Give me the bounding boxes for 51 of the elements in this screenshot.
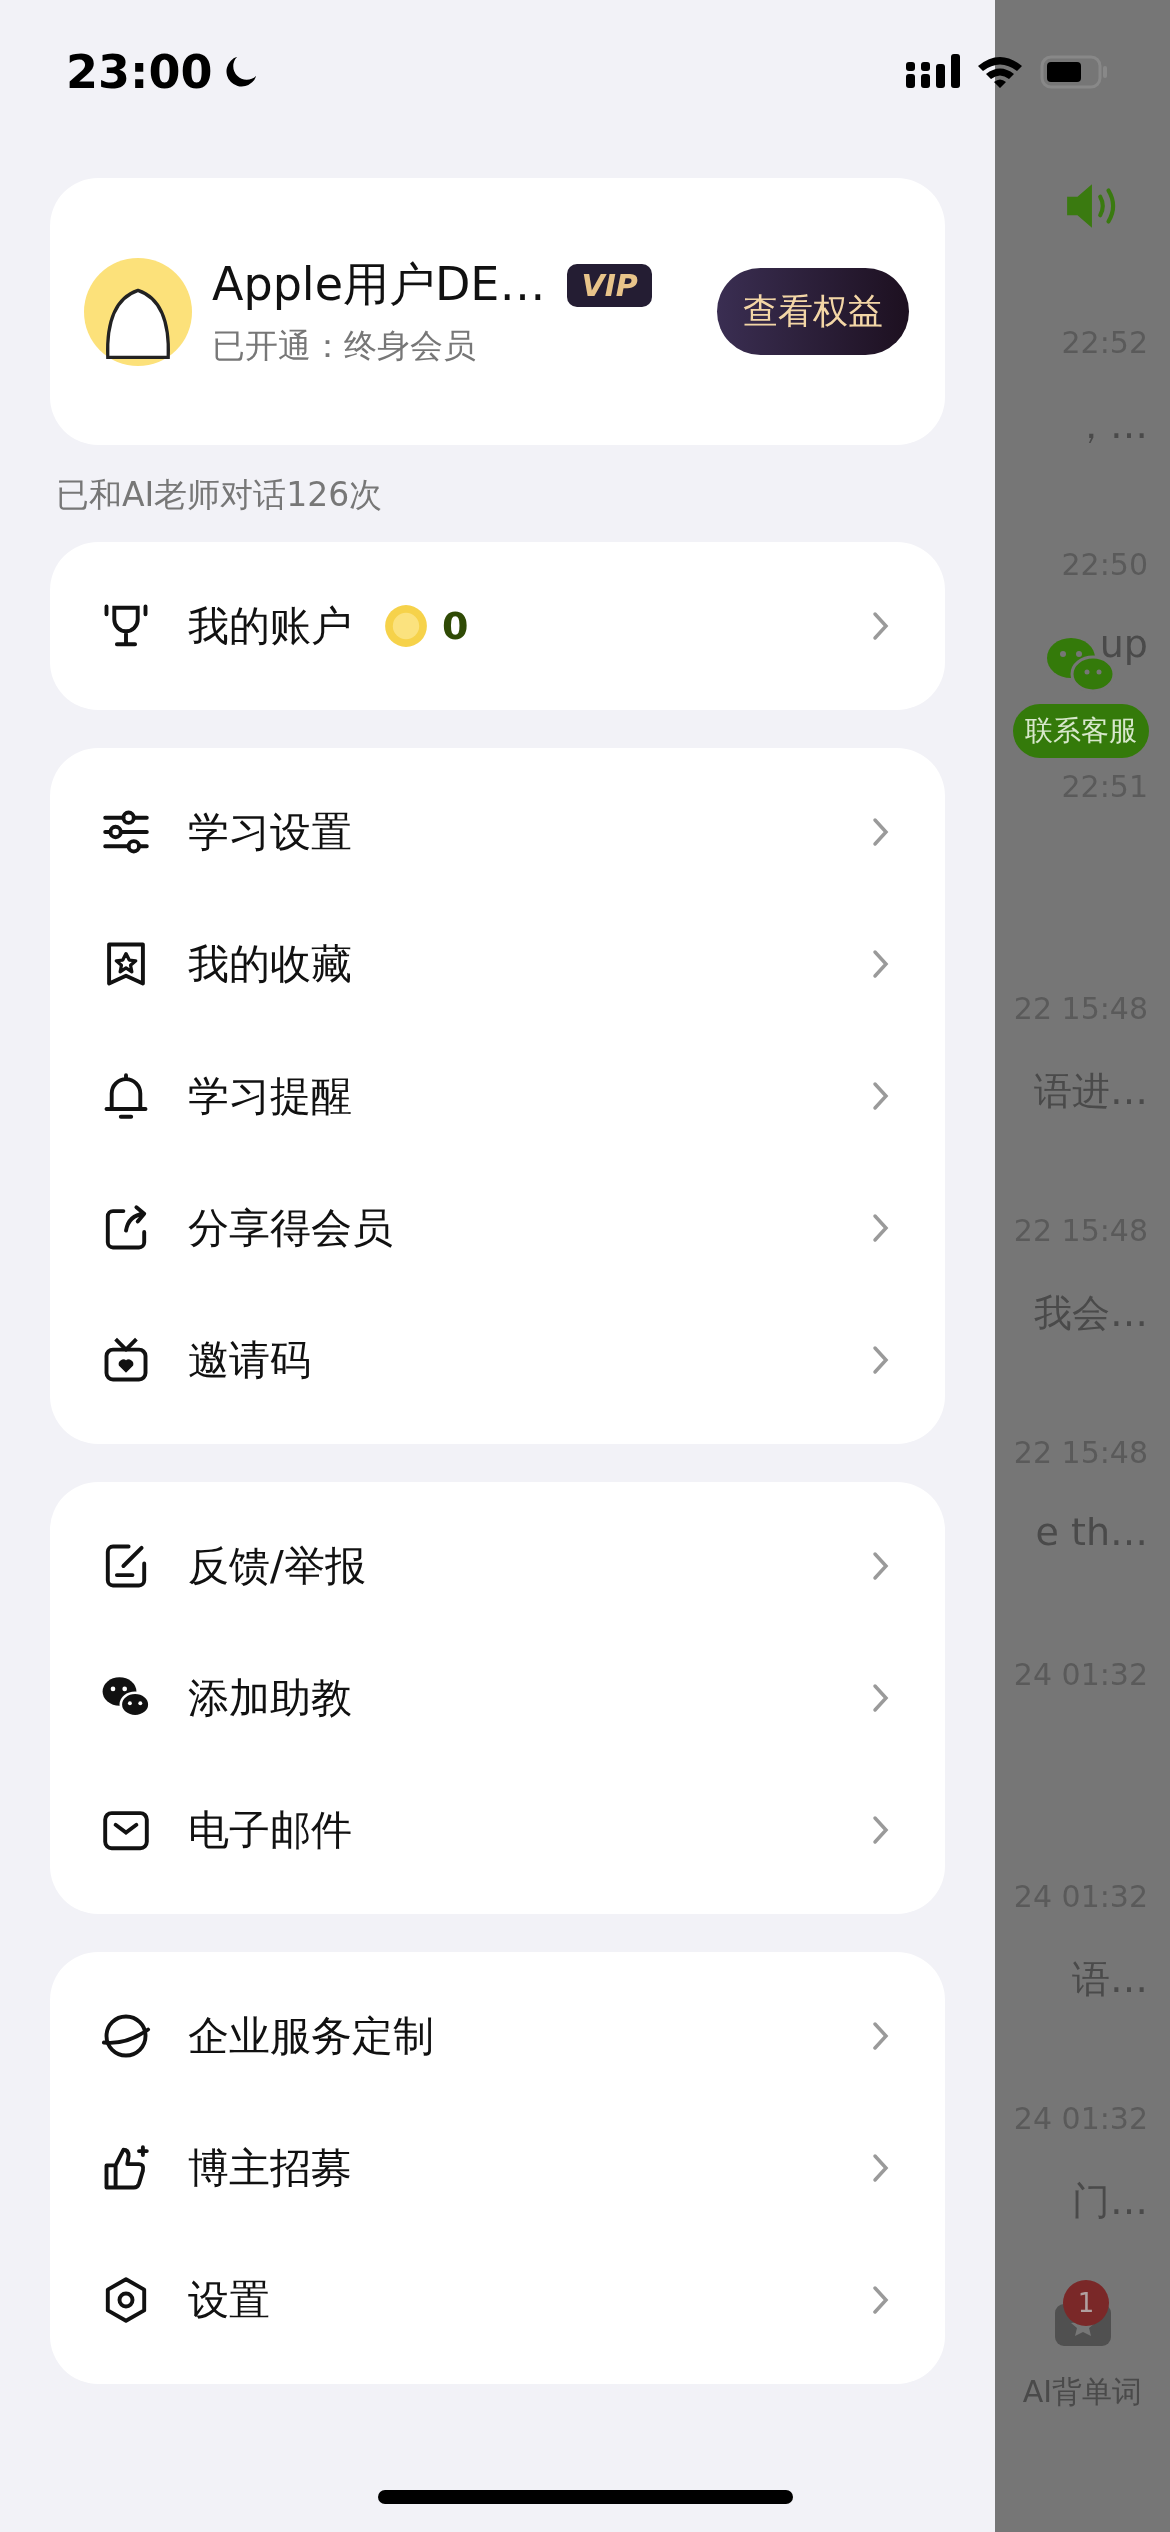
menu-label: 企业服务定制 [188, 2010, 434, 2062]
dimmed-overlay[interactable] [995, 0, 1170, 2532]
battery-icon [1040, 54, 1110, 90]
user-name: Apple用户DE… [212, 256, 546, 313]
chevron-icon [871, 1683, 891, 1713]
chevron-icon [871, 1551, 891, 1581]
status-time: 23:00 [66, 45, 213, 99]
menu-row[interactable]: 企业服务定制 [50, 1970, 945, 2102]
menu-row[interactable]: 反馈/举报 [50, 1500, 945, 1632]
menu-row[interactable]: 电子邮件 [50, 1764, 945, 1896]
account-row[interactable]: 我的账户 0 [50, 542, 945, 710]
menu-label: 电子邮件 [188, 1804, 352, 1856]
vip-badge: VIP [567, 263, 652, 307]
coin-balance: 0 [442, 604, 469, 648]
menu-row[interactable]: 邀请码 [50, 1294, 945, 1426]
support-button[interactable]: 联系客服 [1013, 704, 1149, 758]
menu-label: 我的收藏 [188, 938, 352, 990]
menu-label: 学习设置 [188, 806, 352, 858]
session-preview: ，… [1072, 402, 1148, 449]
menu-row[interactable]: 添加助教 [50, 1632, 945, 1764]
benefits-button[interactable]: 查看权益 [717, 268, 909, 355]
chevron-icon [871, 949, 891, 979]
home-indicator[interactable] [378, 2490, 793, 2504]
menu-label: 博主招募 [188, 2142, 352, 2194]
membership-status: 已开通：终身会员 [212, 325, 477, 367]
menu-row[interactable]: 学习提醒 [50, 1030, 945, 1162]
menu-label: 设置 [188, 2274, 270, 2326]
menu-label: 我的账户 [188, 600, 352, 652]
chevron-icon [871, 1815, 891, 1845]
menu-row[interactable]: 设置 [50, 2234, 945, 2366]
chevron-icon [871, 2285, 891, 2315]
chat-count: 已和AI老师对话126次 [56, 474, 384, 516]
coin-icon [384, 604, 428, 648]
menu-row[interactable]: 博主招募 [50, 2102, 945, 2234]
chevron-icon [871, 611, 891, 641]
menu-row[interactable]: 我的收藏 [50, 898, 945, 1030]
menu-label: 添加助教 [188, 1672, 352, 1724]
chevron-icon [871, 2153, 891, 2183]
menu-label: 学习提醒 [188, 1070, 352, 1122]
menu-label: 分享得会员 [188, 1202, 393, 1254]
menu-row[interactable]: 分享得会员 [50, 1162, 945, 1294]
menu-row[interactable]: 学习设置 [50, 766, 945, 898]
menu-label: 反馈/举报 [188, 1540, 366, 1592]
wifi-icon [976, 54, 1024, 90]
chevron-icon [871, 2021, 891, 2051]
signal-icon [906, 54, 960, 90]
chevron-icon [871, 1081, 891, 1111]
chevron-icon [871, 1345, 891, 1375]
chevron-icon [871, 817, 891, 847]
menu-label: 邀请码 [188, 1334, 311, 1386]
chevron-icon [871, 1213, 891, 1243]
